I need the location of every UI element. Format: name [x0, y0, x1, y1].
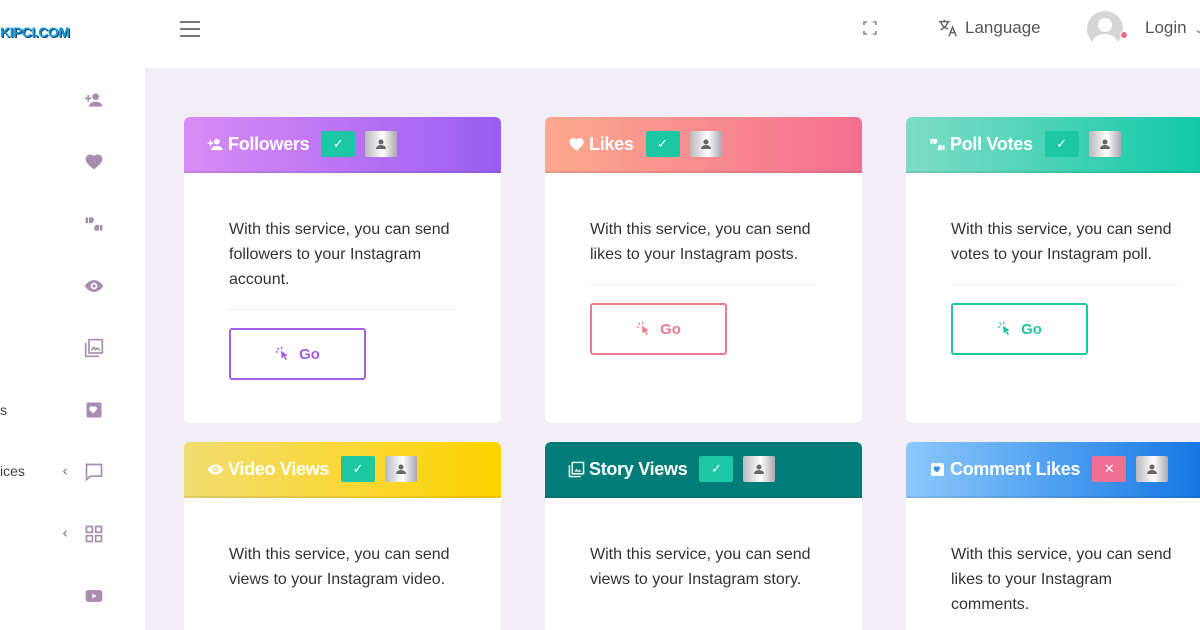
top-header: Language Login ⌄ — [145, 0, 1200, 68]
thumbs-up-down-icon — [928, 135, 946, 153]
card-title: Video Views — [228, 458, 330, 479]
status-badge: ✓ — [699, 456, 734, 482]
go-button[interactable]: Go — [951, 303, 1088, 355]
sidebar: KIPCI.COM s ices ‹ ‹ — [0, 0, 145, 630]
photo-library-icon[interactable] — [82, 336, 106, 360]
service-card-followers: Followers ✓ With this service, you can s… — [184, 117, 501, 423]
user-icon — [376, 139, 387, 149]
go-label: Go — [1021, 320, 1042, 338]
sidebar-label-other-services-partial[interactable]: ices — [0, 463, 25, 479]
card-description: With this service, you can send likes to… — [951, 546, 1172, 613]
card-title: Comment Likes — [950, 458, 1081, 479]
add-user-icon — [206, 135, 224, 153]
service-card-video-views: Video Views ✓ With this service, you can… — [184, 442, 501, 630]
user-icon — [1147, 464, 1158, 474]
user-badge — [365, 131, 398, 157]
chevron-down-icon[interactable]: ⌄ — [1194, 22, 1200, 36]
user-icon — [700, 139, 711, 149]
chevron-left-icon[interactable]: ‹ — [62, 524, 68, 542]
go-button[interactable]: Go — [590, 303, 727, 355]
avatar[interactable] — [1087, 11, 1123, 47]
user-badge — [385, 456, 418, 482]
card-title: Poll Votes — [950, 133, 1033, 154]
card-header: Video Views ✓ — [184, 442, 501, 498]
thumbs-up-down-icon[interactable] — [82, 212, 106, 236]
eye-icon — [206, 460, 224, 478]
go-label: Go — [660, 320, 681, 338]
status-badge: ✓ — [341, 456, 376, 482]
pointer-click-icon — [275, 346, 288, 360]
divider — [590, 284, 817, 285]
user-icon — [396, 464, 407, 474]
card-description: With this service, you can send likes to… — [590, 221, 811, 263]
language-label: Language — [965, 18, 1041, 37]
card-description: With this service, you can send votes to… — [951, 221, 1172, 263]
service-card-comment-likes: Comment Likes ✕ With this service, you c… — [906, 442, 1200, 630]
card-title: Followers — [228, 133, 310, 154]
card-title: Story Views — [589, 458, 688, 479]
user-badge — [743, 456, 776, 482]
pointer-click-icon — [636, 321, 649, 335]
card-title: Likes — [589, 133, 634, 154]
go-button[interactable]: Go — [229, 328, 366, 380]
fullscreen-icon[interactable] — [863, 21, 877, 35]
card-header: Poll Votes ✓ — [906, 117, 1200, 173]
card-description: With this service, you can send views to… — [590, 546, 811, 588]
divider — [229, 309, 456, 310]
divider — [951, 284, 1178, 285]
user-badge — [689, 131, 722, 157]
card-header: Likes ✓ — [545, 117, 862, 173]
heart-icon — [567, 135, 585, 153]
card-header: Story Views ✓ — [545, 442, 862, 498]
user-icon — [1099, 139, 1110, 149]
language-selector[interactable]: Language — [937, 17, 1041, 39]
youtube-icon[interactable] — [82, 584, 106, 608]
user-icon — [754, 464, 765, 474]
comment-heart-icon — [928, 460, 946, 478]
user-badge — [1136, 456, 1169, 482]
photo-library-icon — [567, 460, 585, 478]
pointer-click-icon — [997, 321, 1010, 335]
go-label: Go — [299, 345, 320, 363]
status-badge: ✓ — [1044, 131, 1079, 157]
service-card-likes: Likes ✓ With this service, you can send … — [545, 117, 862, 423]
user-badge — [1088, 131, 1121, 157]
status-badge: ✕ — [1092, 456, 1127, 482]
login-link[interactable]: Login — [1145, 18, 1187, 38]
card-description: With this service, you can send views to… — [229, 546, 450, 588]
add-user-icon[interactable] — [82, 88, 106, 112]
site-logo[interactable]: KIPCI.COM — [0, 24, 70, 40]
eye-icon[interactable] — [82, 274, 106, 298]
heart-icon[interactable] — [82, 150, 106, 174]
chat-icon[interactable] — [82, 460, 106, 484]
translate-icon — [938, 19, 957, 37]
card-header: Followers ✓ — [184, 117, 501, 173]
card-description: With this service, you can send follower… — [229, 221, 450, 288]
sidebar-label-services-partial[interactable]: s — [0, 402, 7, 418]
status-dot — [1120, 31, 1128, 39]
status-badge: ✓ — [645, 131, 680, 157]
card-header: Comment Likes ✕ — [906, 442, 1200, 498]
comment-heart-icon[interactable] — [82, 398, 106, 422]
menu-icon[interactable] — [180, 21, 200, 37]
status-badge: ✓ — [321, 131, 356, 157]
chevron-left-icon[interactable]: ‹ — [62, 462, 68, 480]
grid-icon[interactable] — [82, 522, 106, 546]
service-card-story-views: Story Views ✓ With this service, you can… — [545, 442, 862, 630]
service-card-poll-votes: Poll Votes ✓ With this service, you can … — [906, 117, 1200, 423]
